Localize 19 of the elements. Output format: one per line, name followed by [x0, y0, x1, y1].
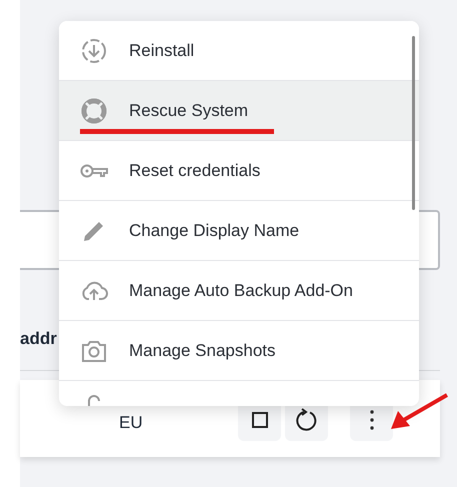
cloud-upload-icon	[80, 280, 108, 302]
menu-item[interactable]: Change Display Name	[59, 201, 419, 261]
square-icon	[252, 412, 268, 428]
more-icon	[370, 410, 374, 430]
lifebuoy-icon	[81, 98, 107, 124]
menu-item[interactable]: Rescue System	[59, 81, 419, 141]
menu-item-icon	[87, 394, 101, 406]
key-icon	[80, 162, 108, 178]
section-heading: addr	[20, 328, 58, 350]
menu-item[interactable]: Reset credentials	[59, 141, 419, 201]
menu-item[interactable]: Reinstall	[59, 21, 419, 81]
menu-item[interactable]: Manage Snapshots	[59, 321, 419, 381]
restart-icon	[296, 408, 318, 432]
camera-icon	[81, 338, 107, 362]
region-label: EU	[119, 412, 143, 434]
pointer-arrow	[388, 393, 448, 432]
menu-item[interactable]: Manage Auto Backup Add-On	[59, 261, 419, 321]
scrollbar[interactable]	[412, 36, 415, 210]
download-circle-icon	[81, 38, 107, 64]
